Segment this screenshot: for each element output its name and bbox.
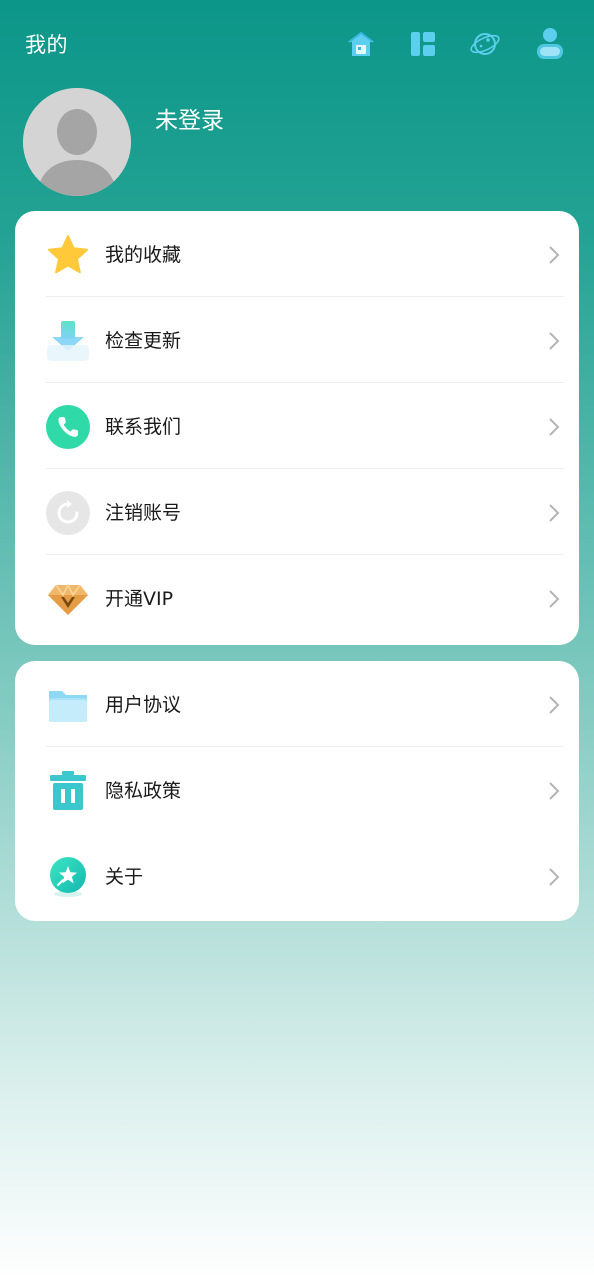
page-title: 我的 <box>25 33 68 57</box>
avatar[interactable] <box>23 88 131 196</box>
top-bar: 我的 <box>0 0 594 88</box>
chevron-right-icon <box>549 590 560 608</box>
user-icon[interactable] <box>530 24 570 64</box>
phone-icon <box>46 405 90 449</box>
menu-item-privacy-policy[interactable]: 隐私政策 <box>15 747 579 833</box>
magic-star-icon <box>46 855 90 899</box>
star-icon <box>46 233 90 277</box>
menu-item-deactivate-account[interactable]: 注销账号 <box>15 469 579 555</box>
home-icon[interactable] <box>341 24 381 64</box>
menu-card-secondary: 用户协议 隐私政策 关于 <box>15 661 579 921</box>
trash-icon <box>46 769 90 813</box>
menu-label: 隐私政策 <box>105 780 182 802</box>
dashboard-icon[interactable] <box>403 24 443 64</box>
username-label[interactable]: 未登录 <box>155 106 224 136</box>
menu-item-check-update[interactable]: 检查更新 <box>15 297 579 383</box>
profile-section: 未登录 <box>0 86 594 198</box>
vip-diamond-icon <box>46 577 90 621</box>
menu-label: 用户协议 <box>105 694 182 716</box>
menu-label: 检查更新 <box>105 330 182 352</box>
chevron-right-icon <box>549 504 560 522</box>
menu-item-favorites[interactable]: 我的收藏 <box>15 211 579 297</box>
chevron-right-icon <box>549 782 560 800</box>
menu-item-user-agreement[interactable]: 用户协议 <box>15 661 579 747</box>
menu-label: 关于 <box>105 866 144 888</box>
refresh-icon <box>46 491 90 535</box>
chevron-right-icon <box>549 868 560 886</box>
download-icon <box>46 319 90 363</box>
folder-icon <box>46 683 90 727</box>
chevron-right-icon <box>549 332 560 350</box>
menu-item-about[interactable]: 关于 <box>15 833 579 919</box>
menu-label: 我的收藏 <box>105 244 182 266</box>
menu-label: 联系我们 <box>105 416 182 438</box>
chevron-right-icon <box>549 418 560 436</box>
planet-icon[interactable] <box>465 24 505 64</box>
avatar-placeholder-icon <box>23 88 131 196</box>
menu-item-open-vip[interactable]: 开通VIP <box>15 555 579 641</box>
chevron-right-icon <box>549 246 560 264</box>
menu-item-contact-us[interactable]: 联系我们 <box>15 383 579 469</box>
menu-label: 开通VIP <box>105 588 174 610</box>
chevron-right-icon <box>549 696 560 714</box>
menu-label: 注销账号 <box>105 502 182 524</box>
menu-card-primary: 我的收藏 检查更新 联系我们 注销账号 开通VIP <box>15 211 579 645</box>
